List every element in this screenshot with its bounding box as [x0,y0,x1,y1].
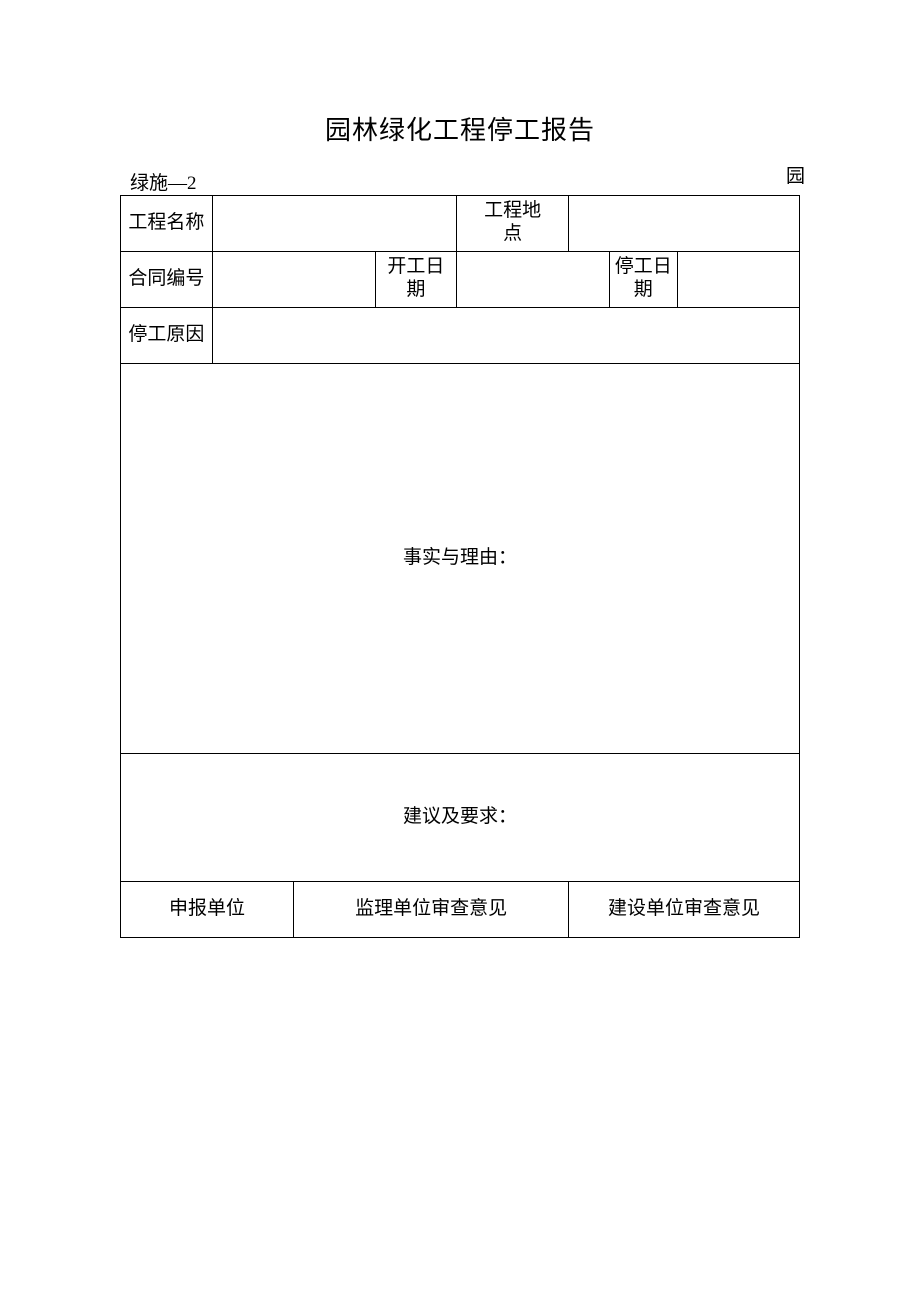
value-start-date[interactable] [457,252,610,308]
label-project-name: 工程名称 [121,196,213,252]
label-stop-reason: 停工原因 [121,308,213,364]
label-suggestions: 建议及要求： [403,806,517,827]
row-facts: 事实与理由： [121,364,800,754]
label-project-location: 工程地点 [457,196,569,252]
label-supervisor-opinion: 监理单位审查意见 [294,882,569,938]
label-reporting-unit: 申报单位 [121,882,294,938]
cell-facts[interactable]: 事实与理由： [121,364,800,754]
label-owner-opinion: 建设单位审查意见 [569,882,800,938]
label-contract-no: 合同编号 [121,252,213,308]
value-stop-date[interactable] [677,252,799,308]
row-suggestions: 建议及要求： [121,754,800,882]
document-page: 园林绿化工程停工报告 绿施—2 园 工程名称 工程地点 合同编号 开工日期 [0,0,920,938]
cell-suggestions[interactable]: 建议及要求： [121,754,800,882]
label-start-date: 开工日期 [375,252,456,308]
row-project-name: 工程名称 工程地点 [121,196,800,252]
form-code: 绿施—2 [130,168,197,195]
row-contract: 合同编号 开工日期 停工日期 [121,252,800,308]
page-title: 园林绿化工程停工报告 [120,110,800,147]
label-facts: 事实与理由： [403,547,517,568]
row-stop-reason: 停工原因 [121,308,800,364]
value-project-location[interactable] [569,196,800,252]
value-stop-reason[interactable] [212,308,799,364]
header-row: 绿施—2 园 [120,165,800,193]
value-project-name[interactable] [212,196,456,252]
row-units: 申报单位 监理单位审查意见 建设单位审查意见 [121,882,800,938]
label-stop-date: 停工日期 [609,252,677,308]
form-table: 工程名称 工程地点 合同编号 开工日期 停工日期 停工原因 事实与理由： 建 [120,195,800,938]
value-contract-no[interactable] [212,252,375,308]
top-right-char: 园 [786,161,805,188]
